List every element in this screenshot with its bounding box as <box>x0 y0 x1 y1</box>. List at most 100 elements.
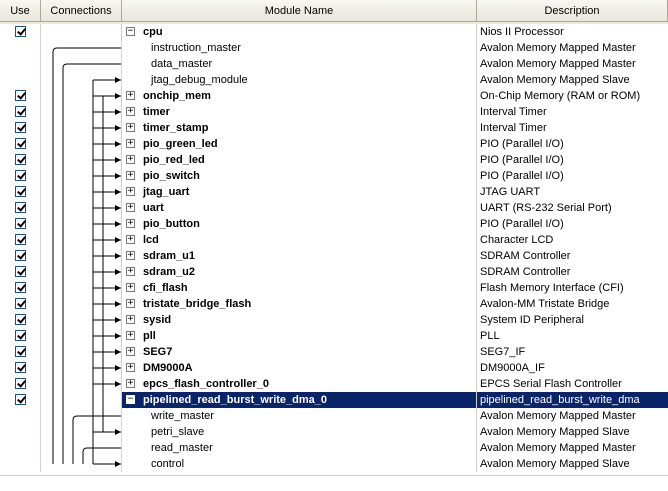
expand-icon[interactable]: + <box>126 379 135 388</box>
connection-arrow-icon <box>115 77 121 83</box>
expand-icon[interactable]: + <box>126 203 135 212</box>
use-cell <box>0 248 41 264</box>
use-cell <box>0 264 41 280</box>
expand-icon[interactable]: + <box>126 347 135 356</box>
module-name-cell: − cpu <box>122 24 477 40</box>
connection-arrow-icon <box>115 125 121 131</box>
expand-icon[interactable]: + <box>126 331 135 340</box>
use-cell <box>0 296 41 312</box>
use-checkbox[interactable] <box>15 202 26 213</box>
expand-icon[interactable]: + <box>126 315 135 324</box>
module-name-cell: + sdram_u1 <box>122 248 477 264</box>
module-name: sysid <box>143 314 172 326</box>
use-checkbox[interactable] <box>15 378 26 389</box>
use-checkbox[interactable] <box>15 314 26 325</box>
description-cell: pipelined_read_burst_write_dma <box>477 392 668 408</box>
module-name: pio_switch <box>143 170 200 182</box>
description-cell: Nios II Processor <box>480 26 564 38</box>
module-name-cell: + pll <box>122 328 477 344</box>
connection-arrow-icon <box>115 301 121 307</box>
use-checkbox[interactable] <box>15 394 26 405</box>
collapse-icon[interactable]: − <box>126 395 135 404</box>
port-name: data_master <box>151 58 213 70</box>
expand-icon[interactable]: + <box>126 139 135 148</box>
expand-icon[interactable]: + <box>126 91 135 100</box>
module-name-cell: + timer <box>122 104 477 120</box>
module-name-cell: write_master <box>122 408 477 424</box>
description-cell: PIO (Parallel I/O) <box>480 218 564 230</box>
use-checkbox[interactable] <box>15 170 26 181</box>
module-name-cell: + lcd <box>122 232 477 248</box>
use-cell <box>0 280 41 296</box>
use-cell <box>0 104 41 120</box>
use-cell <box>0 168 41 184</box>
module-name-cell: instruction_master <box>122 40 477 56</box>
connections-diagram <box>52 47 121 467</box>
use-checkbox[interactable] <box>15 122 26 133</box>
use-checkbox[interactable] <box>15 234 26 245</box>
description-cell: SDRAM Controller <box>480 266 571 278</box>
use-checkbox[interactable] <box>15 362 26 373</box>
description-cell: PIO (Parallel I/O) <box>480 154 564 166</box>
table-bottom-border <box>0 475 668 476</box>
module-name: pio_button <box>143 218 200 230</box>
use-checkbox[interactable] <box>15 298 26 309</box>
module-name: timer <box>143 106 170 118</box>
description-cell: Avalon Memory Mapped Slave <box>480 74 630 86</box>
collapse-icon[interactable]: − <box>126 27 135 36</box>
expand-icon[interactable]: + <box>126 219 135 228</box>
use-cell <box>0 72 41 88</box>
use-cell <box>0 360 41 376</box>
expand-icon[interactable]: + <box>126 299 135 308</box>
module-name-cell: + uart <box>122 200 477 216</box>
module-name-cell: − pipelined_read_burst_write_dma_0 <box>122 392 477 408</box>
module-name-cell: + timer_stamp <box>122 120 477 136</box>
use-cell <box>0 56 41 72</box>
use-checkbox[interactable] <box>15 282 26 293</box>
expand-icon[interactable]: + <box>126 251 135 260</box>
expand-icon[interactable]: + <box>126 155 135 164</box>
master-bus-line <box>62 63 121 464</box>
module-name: sdram_u2 <box>143 266 195 278</box>
use-checkbox[interactable] <box>15 26 26 37</box>
port-name: instruction_master <box>151 42 241 54</box>
expand-icon[interactable]: + <box>126 267 135 276</box>
use-checkbox[interactable] <box>15 218 26 229</box>
use-checkbox[interactable] <box>15 186 26 197</box>
use-cell <box>0 328 41 344</box>
use-cell <box>0 152 41 168</box>
use-checkbox[interactable] <box>15 330 26 341</box>
expand-icon[interactable]: + <box>126 235 135 244</box>
expand-icon[interactable]: + <box>126 123 135 132</box>
column-header-description[interactable]: Description <box>477 0 668 22</box>
module-name: SEG7 <box>143 346 173 358</box>
module-name: cfi_flash <box>143 282 188 294</box>
expand-icon[interactable]: + <box>126 171 135 180</box>
module-name-cell: + sdram_u2 <box>122 264 477 280</box>
use-cell <box>0 120 41 136</box>
module-name: epcs_flash_controller_0 <box>143 378 269 390</box>
use-cell <box>0 232 41 248</box>
module-name: jtag_uart <box>143 186 190 198</box>
column-header-module-name[interactable]: Module Name <box>122 0 477 22</box>
expand-icon[interactable]: + <box>126 187 135 196</box>
port-name: jtag_debug_module <box>151 74 248 86</box>
column-header-connections[interactable]: Connections <box>41 0 122 22</box>
use-checkbox[interactable] <box>15 106 26 117</box>
use-checkbox[interactable] <box>15 250 26 261</box>
connection-arrow-icon <box>115 317 121 323</box>
expand-icon[interactable]: + <box>126 283 135 292</box>
expand-icon[interactable]: + <box>126 107 135 116</box>
use-checkbox[interactable] <box>15 138 26 149</box>
use-checkbox[interactable] <box>15 266 26 277</box>
description-cell: SDRAM Controller <box>480 250 571 262</box>
column-header-use[interactable]: Use <box>0 0 41 22</box>
use-checkbox[interactable] <box>15 154 26 165</box>
expand-icon[interactable]: + <box>126 363 135 372</box>
use-cell <box>0 136 41 152</box>
port-name: control <box>151 458 185 470</box>
module-name-cell: + pio_green_led <box>122 136 477 152</box>
use-checkbox[interactable] <box>15 346 26 357</box>
use-checkbox[interactable] <box>15 90 26 101</box>
use-cell <box>0 344 41 360</box>
